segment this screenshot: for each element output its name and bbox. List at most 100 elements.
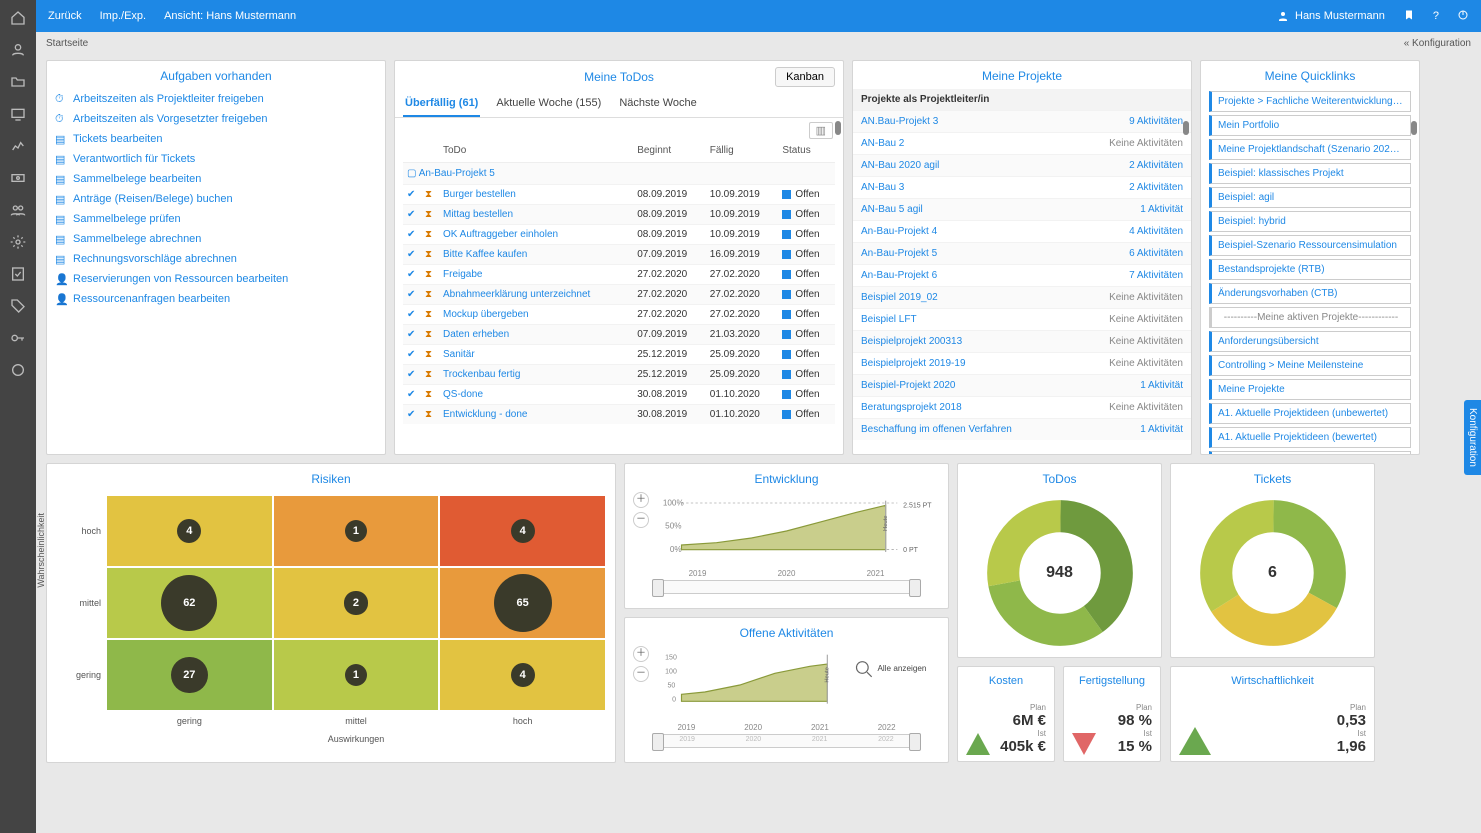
task-link[interactable]: ▤Anträge (Reisen/Belege) buchen (55, 189, 377, 209)
todo-row[interactable]: ✔⧗Mittag bestellen08.09.201910.09.2019Of… (403, 205, 835, 225)
project-row[interactable]: Beispiel 2019_02Keine Aktivitäten (853, 286, 1191, 308)
tab-current-week[interactable]: Aktuelle Woche (155) (494, 93, 603, 117)
back-link[interactable]: Zurück (48, 10, 82, 22)
todo-row[interactable]: ✔⧗Entwicklung - done30.08.201901.10.2020… (403, 405, 835, 425)
nav-key-icon[interactable] (8, 328, 28, 348)
col-todo[interactable]: ToDo (439, 139, 633, 163)
nav-people-icon[interactable] (8, 200, 28, 220)
task-link[interactable]: ⏱Arbeitszeiten als Projektleiter freigeb… (55, 89, 377, 109)
project-row[interactable]: An-Bau-Projekt 56 Aktivitäten (853, 242, 1191, 264)
nav-tag-icon[interactable] (8, 296, 28, 316)
quicklink-item[interactable]: A2. Projektanträge (project proposal) (1209, 451, 1411, 454)
nav-gear-icon[interactable] (8, 232, 28, 252)
project-row[interactable]: An-Bau-Projekt 44 Aktivitäten (853, 220, 1191, 242)
timeline-slider[interactable]: 2019202020212022 (653, 734, 920, 748)
project-row[interactable]: Beratungsprojekt 2018Keine Aktivitäten (853, 396, 1191, 418)
col-beginnt[interactable]: Beginnt (633, 139, 706, 163)
col-status[interactable]: Status (778, 139, 835, 163)
zoom-out-icon[interactable]: － (633, 512, 649, 528)
show-all-button[interactable]: Alle anzeigen (857, 662, 927, 677)
quicklink-item[interactable]: A1. Aktuelle Projektideen (bewertet) (1209, 427, 1411, 448)
risk-cell[interactable]: 4 (440, 640, 605, 710)
quicklink-item[interactable]: Beispiel-Szenario Ressourcensimulation (1209, 235, 1411, 256)
task-link[interactable]: ⏱Arbeitszeiten als Vorgesetzter freigebe… (55, 109, 377, 129)
quicklink-item[interactable]: Mein Portfolio (1209, 115, 1411, 136)
project-row[interactable]: Beschaffung im offenen Verfahren1 Aktivi… (853, 418, 1191, 440)
nav-money-icon[interactable] (8, 168, 28, 188)
task-link[interactable]: ▤Sammelbelege abrechnen (55, 229, 377, 249)
tab-next-week[interactable]: Nächste Woche (617, 93, 698, 117)
config-link[interactable]: « Konfiguration (1404, 38, 1471, 49)
task-link[interactable]: ▤Rechnungsvorschläge abrechnen (55, 249, 377, 269)
check-icon[interactable]: ✔ (407, 229, 415, 240)
todo-row[interactable]: ✔⧗Trockenbau fertig25.12.201925.09.2020O… (403, 365, 835, 385)
config-side-tab[interactable]: Konfiguration (1464, 400, 1481, 475)
todo-row[interactable]: ✔⧗Mockup übergeben27.02.202027.02.2020Of… (403, 305, 835, 325)
zoom-out-icon[interactable]: － (633, 666, 649, 682)
bookmark-icon[interactable] (1403, 9, 1415, 24)
user-menu[interactable]: Hans Mustermann (1277, 10, 1385, 22)
nav-folder-icon[interactable] (8, 72, 28, 92)
task-link[interactable]: ▤Tickets bearbeiten (55, 129, 377, 149)
col-faellig[interactable]: Fällig (706, 139, 779, 163)
check-icon[interactable]: ✔ (407, 369, 415, 380)
nav-sync-icon[interactable] (8, 360, 28, 380)
help-icon[interactable]: ? (1433, 10, 1439, 22)
project-row[interactable]: AN-Bau 32 Aktivitäten (853, 176, 1191, 198)
project-row[interactable]: AN-Bau 2020 agil2 Aktivitäten (853, 154, 1191, 176)
project-row[interactable]: AN.Bau-Projekt 39 Aktivitäten (853, 110, 1191, 132)
check-icon[interactable]: ✔ (407, 289, 415, 300)
kanban-button[interactable]: Kanban (775, 67, 835, 87)
zoom-in-icon[interactable]: ＋ (633, 492, 649, 508)
task-link[interactable]: ▤Verantwortlich für Tickets (55, 149, 377, 169)
check-icon[interactable]: ✔ (407, 189, 415, 200)
check-icon[interactable]: ✔ (407, 269, 415, 280)
quicklink-item[interactable]: Beispiel: klassisches Projekt (1209, 163, 1411, 184)
quicklink-item[interactable]: A1. Aktuelle Projektideen (unbewertet) (1209, 403, 1411, 424)
risk-cell[interactable]: 27 (107, 640, 272, 710)
risk-cell[interactable]: 4 (107, 496, 272, 566)
power-icon[interactable] (1457, 9, 1469, 24)
quicklink-item[interactable]: Beispiel: hybrid (1209, 211, 1411, 232)
task-link[interactable]: 👤Ressourcenanfragen bearbeiten (55, 289, 377, 309)
quicklink-item[interactable]: Bestandsprojekte (RTB) (1209, 259, 1411, 280)
task-link[interactable]: ▤Sammelbelege bearbeiten (55, 169, 377, 189)
quicklink-item[interactable]: Änderungsvorhaben (CTB) (1209, 283, 1411, 304)
check-icon[interactable]: ✔ (407, 349, 415, 360)
project-row[interactable]: Beispielprojekt 2019-19Keine Aktivitäten (853, 352, 1191, 374)
todo-row[interactable]: ✔⧗OK Auftraggeber einholen08.09.201910.0… (403, 225, 835, 245)
nav-chart-icon[interactable] (8, 136, 28, 156)
nav-home-icon[interactable] (8, 8, 28, 28)
nav-monitor-icon[interactable] (8, 104, 28, 124)
check-icon[interactable]: ✔ (407, 249, 415, 260)
nav-user-icon[interactable] (8, 40, 28, 60)
timeline-slider[interactable] (653, 580, 920, 594)
view-link[interactable]: Ansicht: Hans Mustermann (164, 10, 296, 22)
risk-cell[interactable]: 2 (274, 568, 439, 638)
todo-row[interactable]: ✔⧗Sanitär25.12.201925.09.2020Offen (403, 345, 835, 365)
task-link[interactable]: ▤Sammelbelege prüfen (55, 209, 377, 229)
quicklink-item[interactable]: Projekte > Fachliche Weiterentwicklung 1… (1209, 91, 1411, 112)
task-link[interactable]: 👤Reservierungen von Ressourcen bearbeite… (55, 269, 377, 289)
project-row[interactable]: AN-Bau 2Keine Aktivitäten (853, 132, 1191, 154)
project-row[interactable]: Beispiel-Projekt 20201 Aktivität (853, 374, 1191, 396)
risk-cell[interactable]: 65 (440, 568, 605, 638)
check-icon[interactable]: ✔ (407, 409, 415, 420)
todo-row[interactable]: ✔⧗Bitte Kaffee kaufen07.09.201916.09.201… (403, 245, 835, 265)
zoom-in-icon[interactable]: ＋ (633, 646, 649, 662)
risk-cell[interactable]: 4 (440, 496, 605, 566)
check-icon[interactable]: ✔ (407, 209, 415, 220)
breadcrumb-home[interactable]: Startseite (46, 38, 88, 49)
quicklink-item[interactable]: Beispiel: agil (1209, 187, 1411, 208)
project-row[interactable]: Beispiel LFTKeine Aktivitäten (853, 308, 1191, 330)
todo-row[interactable]: ✔⧗Abnahmeerklärung unterzeichnet27.02.20… (403, 285, 835, 305)
risk-cell[interactable]: 1 (274, 496, 439, 566)
check-icon[interactable]: ✔ (407, 309, 415, 320)
risk-cell[interactable]: 62 (107, 568, 272, 638)
impexp-link[interactable]: Imp./Exp. (100, 10, 146, 22)
check-icon[interactable]: ✔ (407, 389, 415, 400)
project-row[interactable]: Beispielprojekt 200313Keine Aktivitäten (853, 330, 1191, 352)
todo-row[interactable]: ✔⧗Freigabe27.02.202027.02.2020Offen (403, 265, 835, 285)
quicklink-item[interactable]: Meine Projektlandschaft (Szenario 2020/2… (1209, 139, 1411, 160)
quicklink-item[interactable]: Meine Projekte (1209, 379, 1411, 400)
